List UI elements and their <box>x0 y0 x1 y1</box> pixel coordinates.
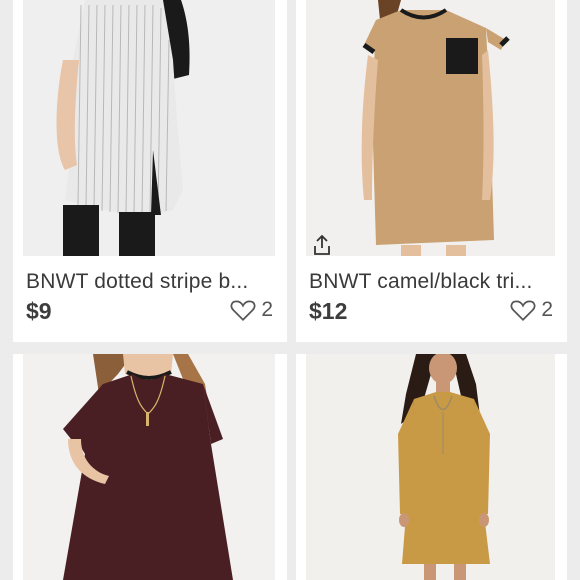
heart-outline-icon <box>230 300 256 321</box>
listing-photo[interactable] <box>23 354 275 580</box>
listing-price: $9 <box>26 298 52 324</box>
listing-title[interactable]: BNWT camel/black tri... <box>309 270 559 294</box>
listing-title[interactable]: BNWT dotted stripe b... <box>26 270 276 294</box>
listing-price: $12 <box>309 298 348 324</box>
heart-outline-icon <box>510 300 536 321</box>
listing-card[interactable]: BNWT dotted stripe b... $9 2 <box>13 0 287 342</box>
like-count: 2 <box>541 298 553 321</box>
listing-card[interactable] <box>296 354 567 580</box>
like-count: 2 <box>261 298 273 321</box>
listing-grid: BNWT dotted stripe b... $9 2 BNWT camel/… <box>0 0 580 580</box>
listing-card[interactable] <box>13 354 287 580</box>
like-button[interactable]: 2 <box>230 298 273 322</box>
listing-card[interactable]: BNWT camel/black tri... $12 2 <box>296 0 567 342</box>
share-icon[interactable] <box>312 234 332 256</box>
listing-photo[interactable] <box>23 0 275 256</box>
listing-photo[interactable] <box>306 0 555 256</box>
listing-photo[interactable] <box>306 354 555 580</box>
like-button[interactable]: 2 <box>510 298 553 322</box>
